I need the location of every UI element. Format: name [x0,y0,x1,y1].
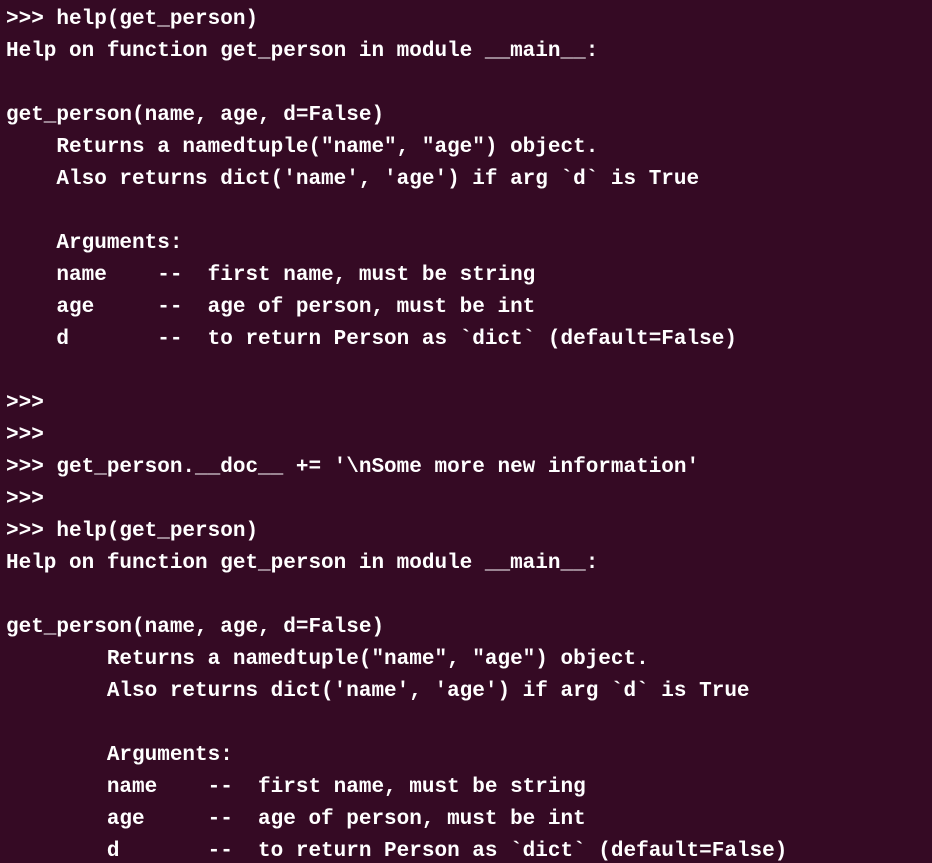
terminal-text: >>> help(get_person) Help on function ge… [6,8,787,863]
terminal-output[interactable]: >>> help(get_person) Help on function ge… [0,0,932,863]
